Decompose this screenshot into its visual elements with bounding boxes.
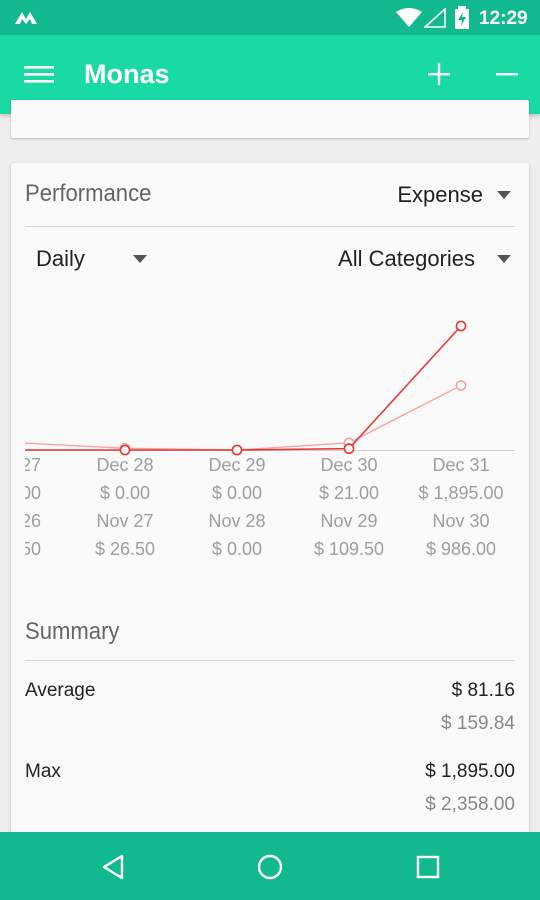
data-label: $ 0.00 — [100, 483, 150, 503]
x-tick-label: Dec 28 — [96, 455, 153, 475]
performance-title: Performance — [25, 180, 152, 207]
divider — [25, 226, 515, 227]
divider — [25, 660, 515, 661]
previous-card — [11, 100, 529, 138]
chevron-down-icon — [497, 191, 511, 199]
current-series-point — [119, 444, 131, 456]
x-tick-label: Nov 30 — [432, 511, 489, 531]
status-bar: 12:29 — [0, 0, 540, 35]
performance-card: Performance Expense Daily All Categories… — [11, 163, 529, 863]
status-time: 12:29 — [479, 8, 528, 29]
app-title: Monas — [84, 59, 170, 89]
performance-chart[interactable]: 27 Dec 28 Dec 29 Dec 30 Dec 31 00 $ 0.00 $ 0.00… — [25, 303, 515, 573]
x-tick-label: Nov 27 — [96, 511, 153, 531]
add-icon[interactable] — [424, 59, 454, 89]
summary-value: $ 1,895.00 — [425, 761, 515, 782]
type-dropdown[interactable]: Expense — [397, 182, 511, 208]
recents-icon[interactable] — [413, 852, 443, 882]
back-icon[interactable] — [98, 852, 128, 882]
menu-icon[interactable] — [22, 62, 56, 86]
remove-icon[interactable] — [492, 59, 522, 89]
summary-previous-value: $ 2,358.00 — [425, 794, 515, 815]
previous-series-point — [455, 380, 467, 391]
previous-series-line — [25, 384, 462, 451]
data-label: $ 0.00 — [212, 483, 262, 503]
data-label: $ 21.00 — [319, 483, 379, 503]
data-label: $ 1,895.00 — [418, 483, 503, 503]
data-label: $ 26.50 — [95, 539, 155, 559]
summary-row-max: Max $ 1,895.00 $ 2,358.00 — [25, 761, 515, 827]
current-series-point — [231, 444, 243, 456]
wifi-icon — [396, 8, 422, 27]
current-series-line — [25, 325, 462, 451]
summary-label: Max — [25, 761, 61, 782]
x-tick-label: Dec 29 — [208, 455, 265, 475]
x-tick-label: 27 — [25, 455, 41, 475]
data-label: $ 986.00 — [426, 539, 496, 559]
summary-row-average: Average $ 81.16 $ 159.84 — [25, 680, 515, 746]
summary-value: $ 81.16 — [451, 680, 515, 701]
type-dropdown-value: Expense — [397, 182, 483, 207]
period-dropdown-value: Daily — [36, 246, 85, 271]
current-series-point — [455, 320, 467, 332]
current-series-point — [343, 443, 355, 455]
period-dropdown[interactable]: Daily — [36, 246, 147, 272]
x-tick-label: 26 — [25, 511, 41, 531]
data-label: $ 0.00 — [212, 539, 262, 559]
navigation-bar — [0, 832, 540, 900]
data-label: 6.50 — [25, 539, 41, 559]
x-tick-label: Dec 30 — [320, 455, 377, 475]
category-dropdown[interactable]: All Categories — [338, 246, 511, 272]
category-dropdown-value: All Categories — [338, 246, 475, 271]
summary-title: Summary — [25, 618, 120, 645]
data-label: $ 109.50 — [314, 539, 384, 559]
battery-charging-icon — [455, 6, 469, 29]
data-label: 00 — [25, 483, 41, 503]
x-tick-label: Dec 31 — [432, 455, 489, 475]
summary-previous-value: $ 159.84 — [441, 713, 515, 734]
x-tick-label: Nov 29 — [320, 511, 377, 531]
signal-icon — [424, 8, 446, 28]
chevron-down-icon — [497, 255, 511, 263]
app-logo-icon — [15, 12, 37, 24]
summary-label: Average — [25, 680, 96, 701]
home-icon[interactable] — [255, 852, 285, 882]
chevron-down-icon — [132, 255, 147, 263]
x-tick-label: Nov 28 — [208, 511, 265, 531]
